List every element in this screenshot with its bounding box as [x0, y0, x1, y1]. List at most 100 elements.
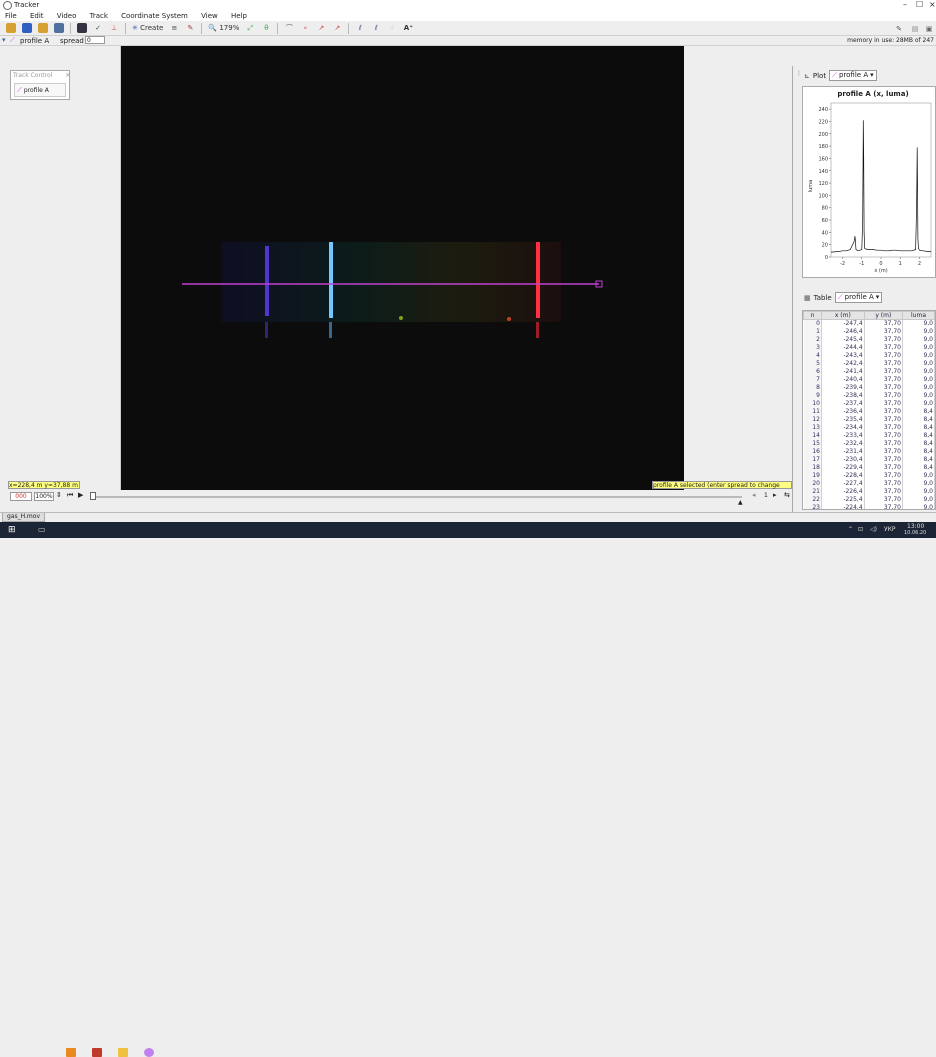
open-video-icon[interactable]: [38, 23, 48, 33]
plot-track-select[interactable]: ⟋ profile A ▾: [829, 70, 877, 81]
create-button[interactable]: ✳ Create: [132, 23, 163, 33]
table-row[interactable]: 7 -240,4 37,70 9,0: [803, 375, 935, 384]
save-icon[interactable]: [22, 23, 32, 33]
table-row[interactable]: 17 -230,4 37,70 8,4: [803, 455, 935, 464]
maximize-button[interactable]: ☐: [916, 0, 923, 9]
menu-help[interactable]: Help: [229, 11, 249, 21]
notes-icon[interactable]: ▤: [910, 24, 920, 34]
tray-chevron-icon[interactable]: ⌃: [848, 526, 853, 533]
table-row[interactable]: 23 -224,4 37,70 9,0: [803, 503, 935, 509]
powerpoint-icon[interactable]: [92, 1048, 102, 1057]
file-explorer-icon[interactable]: [118, 1048, 128, 1057]
tracker-app-icon[interactable]: [144, 1048, 154, 1057]
rate-spinner-icon[interactable]: ⇕: [56, 491, 62, 499]
table-row[interactable]: 14 -233,4 37,70 8,4: [803, 431, 935, 440]
trail-icon[interactable]: ⤢: [245, 23, 255, 33]
axes-icon[interactable]: ⊥: [109, 23, 119, 33]
table-row[interactable]: 20 -227,4 37,70 9,0: [803, 479, 935, 488]
table-row[interactable]: 5 -242,4 37,70 9,0: [803, 359, 935, 368]
menu-track[interactable]: Track: [88, 11, 110, 21]
collapse-icon[interactable]: ⋮: [796, 70, 802, 77]
table-row[interactable]: 13 -234,4 37,70 8,4: [803, 423, 935, 432]
table-row[interactable]: 4 -243,4 37,70 9,0: [803, 351, 935, 360]
table-row[interactable]: 6 -241,4 37,70 9,0: [803, 367, 935, 376]
table-row[interactable]: 10 -237,4 37,70 9,0: [803, 399, 935, 408]
volume-icon[interactable]: ◁): [870, 526, 877, 533]
close-button[interactable]: ×: [929, 0, 936, 9]
pencil-icon[interactable]: ✎: [894, 24, 904, 34]
frame-counter[interactable]: 000: [10, 492, 32, 501]
position-icon[interactable]: ∘: [300, 23, 310, 33]
task-view-icon[interactable]: ▭: [38, 525, 46, 534]
rate-field[interactable]: 100%: [34, 492, 54, 501]
input-language[interactable]: УКР: [884, 526, 896, 533]
end-marker-icon[interactable]: ▲: [738, 499, 743, 506]
loop-icon[interactable]: ⇆: [784, 491, 790, 499]
clock-date[interactable]: 10.06.20: [904, 530, 926, 536]
calibration-icon[interactable]: ✓: [93, 23, 103, 33]
table-row[interactable]: 12 -235,4 37,70 8,4: [803, 415, 935, 424]
clip-settings-icon[interactable]: [77, 23, 87, 33]
reset-icon[interactable]: ⏮: [67, 491, 73, 500]
track-name[interactable]: profile A: [20, 37, 49, 45]
zoom-button[interactable]: 🔍 179%: [208, 23, 239, 33]
table-row[interactable]: 22 -225,4 37,70 9,0: [803, 495, 935, 504]
menu-coordinate-system[interactable]: Coordinate System: [119, 11, 190, 21]
column-header[interactable]: luma: [902, 311, 935, 320]
autotracker-icon[interactable]: ✎: [185, 23, 195, 33]
column-header[interactable]: n: [803, 311, 822, 320]
column-header[interactable]: y (m): [863, 311, 904, 320]
font-size-icon[interactable]: A⁺: [403, 23, 413, 33]
table-row[interactable]: 3 -244,4 37,70 9,0: [803, 343, 935, 352]
video-view[interactable]: [121, 46, 684, 490]
step-forward-icon[interactable]: ▸: [773, 491, 777, 499]
table-row[interactable]: 1 -246,4 37,70 9,0: [803, 327, 935, 336]
acceleration-icon[interactable]: ↗: [332, 23, 342, 33]
table-track-select[interactable]: ⟋ profile A ▾: [834, 292, 883, 303]
step-size[interactable]: 1: [764, 492, 768, 499]
menu-video[interactable]: Video: [55, 11, 79, 21]
path-icon[interactable]: ⌒: [284, 23, 294, 33]
table-row[interactable]: 16 -231,4 37,70 8,4: [803, 447, 935, 456]
close-icon[interactable]: ×: [65, 71, 71, 79]
table-row[interactable]: 21 -226,4 37,70 9,0: [803, 487, 935, 496]
file-tab[interactable]: gas_H.mov: [2, 513, 45, 522]
firefox-icon[interactable]: [66, 1048, 76, 1057]
column-header[interactable]: x (m): [821, 311, 865, 320]
plot-area[interactable]: profile A (x, luma) 0 20 40 60 80 100 120 140 160…: [802, 86, 936, 278]
track-button[interactable]: ⟋ profile A: [14, 83, 66, 97]
menu-view[interactable]: View: [199, 11, 220, 21]
table-tab[interactable]: Table: [814, 294, 832, 302]
menu-file[interactable]: File: [3, 11, 19, 21]
menu-edit[interactable]: Edit: [28, 11, 46, 21]
start-icon[interactable]: ⊞: [8, 525, 16, 535]
frame-slider[interactable]: [92, 496, 742, 498]
clock-time[interactable]: 13:00: [907, 523, 924, 530]
table-row[interactable]: 18 -229,4 37,70 8,4: [803, 463, 935, 472]
minimize-button[interactable]: –: [903, 0, 907, 9]
table-row[interactable]: 8 -239,4 37,70 9,0: [803, 383, 935, 392]
grid-icon[interactable]: ⁘: [387, 23, 397, 33]
dropdown-icon[interactable]: ▾: [2, 36, 6, 44]
xmass-icon[interactable]: ℓ: [355, 23, 365, 33]
link-icon[interactable]: [54, 23, 64, 33]
network-icon[interactable]: ⊡: [858, 526, 863, 533]
spread-input[interactable]: 0: [85, 36, 105, 44]
label-icon[interactable]: θ: [261, 23, 271, 33]
plot-tab[interactable]: Plot: [813, 72, 826, 80]
ymass-icon[interactable]: ℓ: [371, 23, 381, 33]
table-row[interactable]: 15 -232,4 37,70 8,4: [803, 439, 935, 448]
table-row[interactable]: 11 -236,4 37,70 8,4: [803, 407, 935, 416]
velocity-icon[interactable]: ↗: [316, 23, 326, 33]
table-row[interactable]: 2 -245,4 37,70 9,0: [803, 335, 935, 344]
table-row[interactable]: 19 -228,4 37,70 9,0: [803, 471, 935, 480]
play-icon[interactable]: ▶: [78, 491, 83, 499]
table-row[interactable]: 0 -247,4 37,70 9,0: [803, 319, 935, 328]
open-folder-icon[interactable]: [6, 23, 16, 33]
step-back-icon[interactable]: ◂: [752, 491, 756, 499]
window-icon[interactable]: ▣: [924, 24, 934, 34]
data-table[interactable]: n x (m) y (m) luma 0 -247,4 37,70 9,0 1 -246,…: [802, 310, 936, 510]
table-row[interactable]: 9 -238,4 37,70 9,0: [803, 391, 935, 400]
slider-thumb[interactable]: [90, 492, 96, 500]
track-list-icon[interactable]: ≡: [169, 23, 179, 33]
